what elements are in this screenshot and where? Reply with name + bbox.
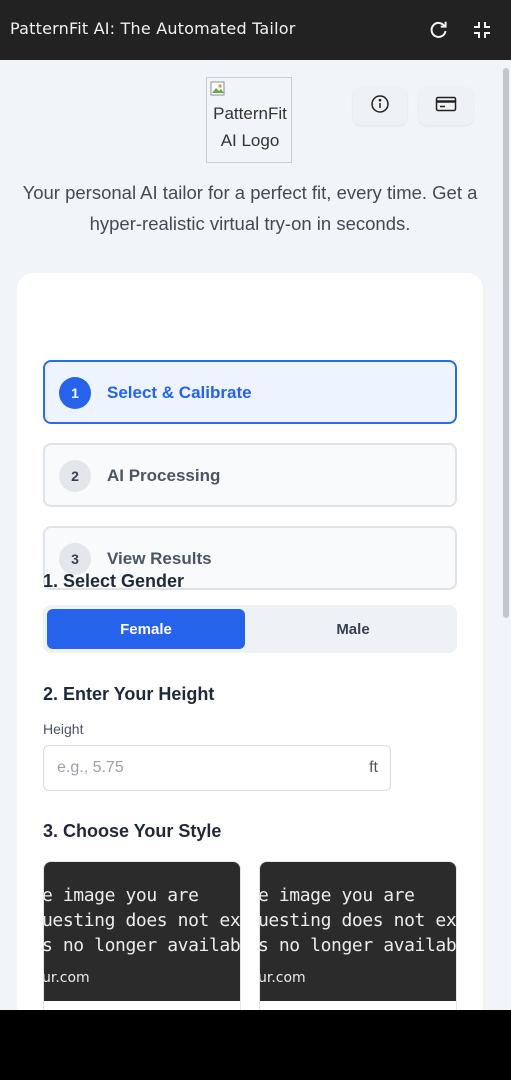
style-option-card[interactable]: e image you are uesting does not ex s no…	[43, 861, 241, 1010]
step-select-calibrate[interactable]: 1 Select & Calibrate	[43, 360, 457, 424]
broken-image-icon	[210, 81, 226, 97]
step-number: 1	[59, 377, 91, 409]
image-unavailable-text: e image you are uesting does not ex s no…	[260, 885, 456, 956]
exit-fullscreen-icon[interactable]	[470, 18, 494, 42]
billing-button[interactable]	[419, 87, 473, 125]
height-heading: 2. Enter Your Height	[43, 684, 215, 704]
reload-icon[interactable]	[427, 18, 451, 42]
page-viewport[interactable]: PatternFit AI Logo Your personal AI tail…	[0, 60, 511, 1010]
step-label: View Results	[107, 549, 212, 568]
style-image-unavailable: e image you are uesting does not ex s no…	[260, 862, 456, 1001]
height-field[interactable]: ft	[43, 745, 391, 791]
main-card: 1 Select & Calibrate 2 AI Processing 3 V…	[17, 273, 483, 1010]
step-label: Select & Calibrate	[107, 383, 252, 402]
gender-female-button[interactable]: Female	[47, 609, 245, 649]
gender-heading: 1. Select Gender	[43, 571, 185, 591]
image-host-text: ur.com	[44, 970, 90, 986]
style-image-unavailable: e image you are uesting does not ex s no…	[44, 862, 240, 1001]
image-unavailable-text: e image you are uesting does not ex s no…	[44, 885, 240, 956]
window-title: PatternFit AI: The Automated Tailor	[10, 19, 296, 38]
step-ai-processing[interactable]: 2 AI Processing	[43, 443, 457, 507]
style-heading: 3. Choose Your Style	[43, 821, 222, 841]
style-option-card[interactable]: e image you are uesting does not ex s no…	[259, 861, 457, 1010]
image-host-text: ur.com	[260, 970, 306, 986]
step-number: 2	[59, 460, 91, 492]
credit-card-icon	[435, 95, 457, 118]
height-input[interactable]	[44, 746, 357, 790]
tagline: Your personal AI tailor for a perfect fi…	[22, 182, 478, 234]
gender-toggle: Female Male	[43, 605, 457, 653]
system-nav-bar	[0, 1010, 511, 1080]
info-button[interactable]	[353, 87, 407, 125]
height-label: Height	[43, 721, 84, 737]
app-logo: PatternFit AI Logo	[206, 77, 292, 163]
scrollbar[interactable]	[503, 68, 509, 618]
height-unit: ft	[369, 759, 378, 776]
gender-male-button[interactable]: Male	[254, 609, 452, 649]
info-icon	[370, 94, 390, 119]
logo-alt-text: PatternFit AI Logo	[213, 104, 287, 150]
window-titlebar: PatternFit AI: The Automated Tailor	[0, 0, 511, 60]
step-label: AI Processing	[107, 466, 221, 485]
